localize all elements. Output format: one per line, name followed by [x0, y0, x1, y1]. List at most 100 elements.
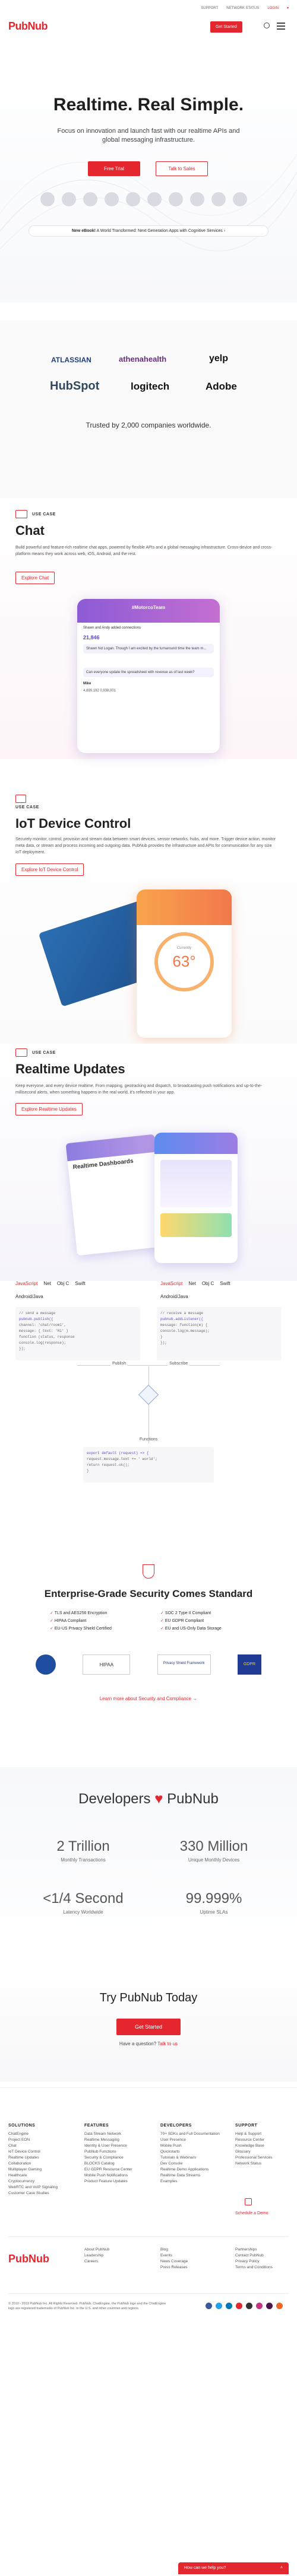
footer-link[interactable]: Dev Console: [160, 2161, 226, 2167]
talk-to-sales-button[interactable]: Talk to Sales: [156, 161, 208, 176]
schedule-demo-link[interactable]: Schedule a Demo: [235, 2211, 268, 2215]
footer-link[interactable]: Chat: [8, 2143, 74, 2149]
footer-link[interactable]: User Presence: [160, 2137, 226, 2143]
support-link[interactable]: SUPPORT: [201, 7, 218, 10]
github-icon[interactable]: [246, 2303, 252, 2309]
footer-link[interactable]: Contact PubNub: [235, 2253, 273, 2259]
publish-code-block: // send a message pubnub.publish({ chann…: [15, 1307, 140, 1360]
code-line: export default (request) => {: [87, 1451, 149, 1455]
code-tab[interactable]: Swift: [220, 1281, 230, 1286]
footer-link[interactable]: EU GDPR Resource Center: [84, 2167, 150, 2173]
footer-link[interactable]: Help & Support: [235, 2131, 295, 2137]
footer-link[interactable]: Leadership: [84, 2253, 109, 2259]
footer-link[interactable]: Realtime Demo Applications: [160, 2167, 226, 2173]
search-icon[interactable]: [264, 23, 270, 28]
customer-logos: ATLASSIAN athenahealth yelp HubSpot logi…: [0, 320, 297, 498]
footer-link[interactable]: Tutorials & Webinars: [160, 2155, 226, 2161]
footer-link[interactable]: Identity & User Presence: [84, 2143, 150, 2149]
footer-link[interactable]: IoT Device Control: [8, 2149, 74, 2155]
footer-link[interactable]: Knowledge Base: [235, 2143, 295, 2149]
facebook-icon[interactable]: [206, 2303, 212, 2309]
footer-link[interactable]: ChatEngine: [8, 2131, 74, 2137]
menu-icon[interactable]: [277, 23, 285, 30]
footer-link[interactable]: Project EON: [8, 2137, 74, 2143]
news-text: A World Transformed: Next Generation App…: [96, 229, 223, 233]
chevron-right-icon: ›: [223, 229, 226, 233]
twitter-icon[interactable]: [216, 2303, 222, 2309]
footer-link[interactable]: Network Status: [235, 2161, 295, 2167]
footer-link[interactable]: Events: [160, 2253, 188, 2259]
footer-link[interactable]: BLOCKS Catalog: [84, 2161, 150, 2167]
footer-link[interactable]: News Coverage: [160, 2259, 188, 2265]
footer-link[interactable]: Partnerships: [235, 2247, 273, 2253]
footer-link[interactable]: Realtime Updates: [8, 2155, 74, 2161]
footer-link[interactable]: Professional Services: [235, 2155, 295, 2161]
use-case-label: USE CASE: [15, 805, 39, 809]
footer-link[interactable]: Mobile Push: [160, 2143, 226, 2149]
footer-link[interactable]: Blog: [160, 2247, 188, 2253]
code-tab[interactable]: JavaScript: [15, 1281, 37, 1286]
youtube-icon[interactable]: [236, 2303, 242, 2309]
footer-link[interactable]: Privacy Policy: [235, 2259, 273, 2265]
logo[interactable]: PubNub: [8, 20, 48, 33]
code-line: console.log(response);: [19, 1341, 67, 1345]
login-link[interactable]: LOGIN: [267, 7, 279, 10]
slack-icon[interactable]: [266, 2303, 273, 2309]
code-line: });: [160, 1341, 167, 1345]
chat-channel-title: #MotorcoTeam: [131, 605, 166, 610]
code-tab[interactable]: Obj C: [57, 1281, 69, 1286]
talk-to-us-link[interactable]: Talk to us: [157, 2041, 178, 2046]
footer-link[interactable]: Data Stream Network: [84, 2131, 150, 2137]
use-case-label: USE CASE: [32, 512, 56, 517]
footer-col-features: FEATURES Data Stream Network Realtime Me…: [84, 2124, 150, 2185]
rss-icon[interactable]: [276, 2303, 283, 2309]
footer-link[interactable]: WebRTC and VoIP Signaling: [8, 2185, 74, 2191]
footer-link[interactable]: Terms and Conditions: [235, 2265, 273, 2271]
footer-link[interactable]: Realtime Data Streams: [160, 2173, 226, 2179]
footer-link[interactable]: PubNub Functions: [84, 2149, 150, 2155]
explore-chat-button[interactable]: Explore Chat: [15, 572, 55, 584]
code-tab[interactable]: Net: [43, 1281, 50, 1286]
code-tab[interactable]: Android/Java: [15, 1294, 43, 1299]
footer-logo[interactable]: PubNub: [8, 2253, 49, 2265]
code-tab[interactable]: Obj C: [202, 1281, 214, 1286]
news-banner[interactable]: New eBook! A World Transformed: Next Gen…: [29, 225, 268, 237]
footer-link[interactable]: Careers: [84, 2259, 109, 2265]
footer-link[interactable]: Mobile Push Notifications: [84, 2173, 150, 2179]
footer-col-support: SUPPORT Help & Support Resource Center K…: [235, 2124, 295, 2167]
code-tab[interactable]: JavaScript: [160, 1281, 182, 1286]
footer-link[interactable]: Multiplayer Gaming: [8, 2167, 74, 2173]
chat-widget-text: How can we help you?: [184, 2566, 226, 2570]
free-trial-button[interactable]: Free Trial: [88, 161, 140, 176]
footer-link[interactable]: Realtime Messaging: [84, 2137, 150, 2143]
footer-link[interactable]: Quickstarts: [160, 2149, 226, 2155]
explore-realtime-button[interactable]: Explore Realtime Updates: [15, 1103, 83, 1115]
instagram-icon[interactable]: [256, 2303, 263, 2309]
get-started-button[interactable]: Get Started: [210, 21, 242, 33]
footer-link[interactable]: Collaboration: [8, 2161, 74, 2167]
linkedin-icon[interactable]: [226, 2303, 232, 2309]
security-learn-more-link[interactable]: Learn more about Security and Compliance…: [0, 1696, 297, 1701]
footer-link[interactable]: Customer Case Studies: [8, 2191, 74, 2196]
code-tab[interactable]: Net: [188, 1281, 195, 1286]
code-tab[interactable]: Android/Java: [160, 1294, 188, 1299]
code-tab[interactable]: Swift: [75, 1281, 85, 1286]
footer-link[interactable]: Examples: [160, 2179, 226, 2185]
gdpr-badge: GDPR: [237, 1654, 261, 1675]
footer-link[interactable]: Healthcare: [8, 2173, 74, 2179]
footer-link[interactable]: Glossary: [235, 2149, 295, 2155]
footer-link[interactable]: Resource Center: [235, 2137, 295, 2143]
footer-link[interactable]: 70+ SDKs and Full Documentation: [160, 2131, 226, 2137]
network-status-link[interactable]: NETWORK STATUS: [226, 7, 259, 10]
footer-link[interactable]: About PubNub: [84, 2247, 109, 2253]
security-item: ✓ EU and US-Only Data Storage: [160, 1627, 222, 1631]
footer-link[interactable]: Press Releases: [160, 2265, 188, 2271]
footer-link[interactable]: Cryptocurrency: [8, 2179, 74, 2185]
footer-link[interactable]: Product Feature Updates: [84, 2179, 150, 2185]
explore-iot-button[interactable]: Explore IoT Device Control: [15, 863, 84, 876]
footer-link[interactable]: Security & Compliance: [84, 2155, 150, 2161]
try-get-started-button[interactable]: Get Started: [116, 2019, 181, 2035]
gauge-value: 63°: [172, 952, 196, 970]
chat-widget-bar[interactable]: How can we help you? ˄: [178, 2562, 289, 2574]
chevron-up-icon: ˄: [280, 2566, 283, 2570]
